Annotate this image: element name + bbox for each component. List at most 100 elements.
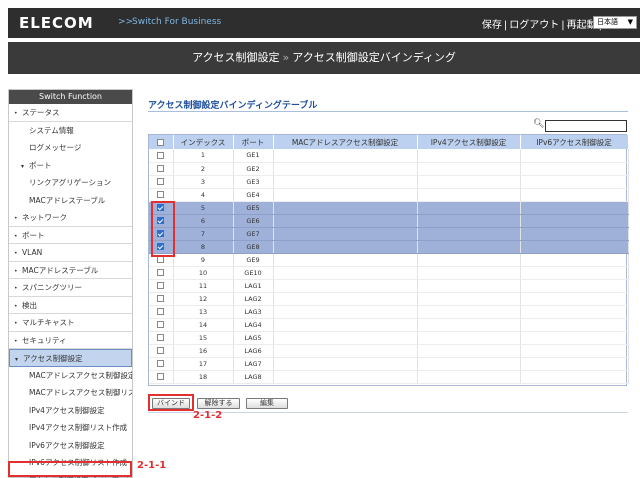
sidebar-item[interactable]: IPv4アクセス制御リスト作成 [9, 419, 132, 437]
row-checkbox[interactable] [157, 217, 165, 224]
sidebar-item[interactable]: ▾ ポート [9, 157, 132, 175]
row-checkbox[interactable] [157, 269, 165, 276]
row-checkbox[interactable] [157, 282, 165, 289]
table-row[interactable]: 16 LAG6 [149, 344, 629, 358]
row-checkbox[interactable] [157, 178, 165, 185]
ipv6-acl-cell [520, 266, 629, 280]
sidebar-item[interactable]: IPv4アクセス制御設定 [9, 402, 132, 420]
sidebar-item[interactable]: ログメッセージ [9, 139, 132, 157]
column-header-ipv4-acl[interactable]: IPv4アクセス制御設定 [417, 135, 521, 149]
table-row[interactable]: 11 LAG1 [149, 279, 629, 293]
breadcrumb-parent[interactable]: アクセス制御設定 [192, 51, 279, 64]
table-row[interactable]: 4 GE4 [149, 188, 629, 202]
chevron-down-icon: ▾ [21, 162, 25, 170]
row-checkbox[interactable] [157, 334, 165, 341]
port-cell: GE10 [233, 266, 274, 280]
column-header-ipv6-acl[interactable]: IPv6アクセス制御設定 [520, 135, 629, 149]
ipv6-acl-cell [520, 201, 629, 215]
sidebar-item[interactable]: • VLAN [9, 244, 132, 262]
sidebar-item[interactable]: • マルチキャスト [9, 314, 132, 332]
table-row[interactable]: 2 GE2 [149, 162, 629, 176]
sidebar-item-label: ポート [29, 160, 52, 170]
table-row[interactable]: 12 LAG2 [149, 292, 629, 306]
sidebar-item[interactable]: • 検出 [9, 297, 132, 314]
mac-acl-cell [273, 201, 418, 215]
unbind-button[interactable]: 解除する [197, 398, 240, 409]
sidebar-item[interactable]: • ポート [9, 227, 132, 244]
table-row[interactable]: 8 GE8 [149, 240, 629, 254]
sidebar-item[interactable]: システム情報 [9, 122, 132, 140]
port-cell: LAG1 [233, 279, 274, 293]
sidebar-item[interactable]: • ネットワーク [9, 209, 132, 227]
sidebar-item-label: ログメッセージ [29, 143, 82, 152]
ipv4-acl-cell [417, 214, 521, 228]
row-checkbox[interactable] [157, 151, 165, 159]
save-link[interactable]: 保存 [482, 20, 502, 31]
bullet-icon: • [14, 110, 18, 117]
table-row[interactable]: 9 GE9 [149, 253, 629, 267]
row-checkbox[interactable] [157, 295, 165, 302]
row-checkbox[interactable] [157, 204, 165, 211]
row-checkbox[interactable] [157, 308, 165, 315]
row-checkbox[interactable] [157, 191, 165, 198]
table-row[interactable]: 7 GE7 [149, 227, 629, 241]
row-checkbox[interactable] [157, 321, 165, 328]
table-row[interactable]: 14 LAG4 [149, 318, 629, 332]
sidebar-item[interactable]: リンクアグリゲーション [9, 174, 132, 192]
row-checkbox[interactable] [157, 373, 165, 380]
port-cell: GE6 [233, 214, 274, 228]
table-row[interactable]: 1 GE1 [149, 149, 629, 163]
table-row[interactable]: 15 LAG5 [149, 331, 629, 345]
row-checkbox[interactable] [157, 256, 165, 263]
bind-button[interactable]: バインド [152, 398, 190, 409]
ipv4-acl-cell [417, 188, 521, 202]
sidebar-item[interactable]: • MACアドレステーブル [9, 262, 132, 279]
sidebar-item-label: リンクアグリゲーション [29, 178, 111, 187]
port-cell: LAG6 [233, 344, 274, 358]
row-checkbox[interactable] [157, 165, 165, 172]
mac-acl-cell [273, 370, 418, 384]
row-checkbox[interactable] [157, 347, 165, 354]
sidebar-item[interactable]: • スパニングツリー [9, 279, 132, 297]
sidebar-item[interactable]: MACアドレスアクセス制御リスト作成 [9, 384, 132, 402]
table-row[interactable]: 5 GE5 [149, 201, 629, 215]
column-header-mac-acl[interactable]: MACアドレスアクセス制御設定 [273, 135, 418, 149]
sidebar-item[interactable]: • ステータス [9, 104, 132, 122]
bullet-icon: • [14, 337, 18, 345]
select-all-checkbox[interactable] [157, 139, 165, 146]
sidebar-nav: • ステータス システム情報ログメッセージ ▾ ポートリンクアグリゲーション MACアドレ… [9, 104, 132, 478]
column-header-port[interactable]: ポート [233, 135, 274, 149]
sidebar-item[interactable]: • セキュリティ [9, 332, 132, 349]
table-row[interactable]: 18 LAG8 [149, 370, 629, 384]
table-row[interactable]: 6 GE6 [149, 214, 629, 228]
row-select-cell [149, 201, 174, 215]
sidebar-item[interactable]: IPv6アクセス制御リスト作成 [9, 454, 132, 472]
ipv4-acl-cell [417, 331, 521, 345]
row-checkbox[interactable] [157, 230, 165, 237]
column-header-index[interactable]: インデックス [173, 135, 234, 149]
edit-button[interactable]: 編集 [246, 398, 288, 409]
table-row[interactable]: 13 LAG3 [149, 305, 629, 319]
row-select-cell [149, 149, 174, 163]
table-row[interactable]: 17 LAG7 [149, 357, 629, 371]
logout-link[interactable]: ログアウト [509, 20, 559, 31]
table-row[interactable]: 3 GE3 [149, 175, 629, 189]
index-cell: 12 [173, 292, 234, 306]
elecom-logo[interactable]: ELECOM [19, 14, 94, 32]
mac-acl-cell [273, 240, 418, 254]
sidebar-item[interactable]: アクセス制御設定バインディング [9, 472, 132, 478]
row-checkbox[interactable] [157, 360, 165, 367]
sidebar-item[interactable]: MACアドレスアクセス制御設定 [9, 367, 132, 385]
row-checkbox[interactable] [157, 243, 165, 250]
sidebar-item[interactable]: IPv6アクセス制御設定 [9, 437, 132, 455]
sidebar-header: Switch Function [9, 90, 132, 104]
select-all-header[interactable] [149, 135, 174, 149]
language-value: 日本語 [597, 18, 618, 26]
language-select[interactable]: 日本語 ▼ [593, 16, 637, 29]
sidebar-item[interactable]: MACアドレステーブル [9, 192, 132, 210]
ipv4-acl-cell [417, 240, 521, 254]
ipv6-acl-cell [520, 279, 629, 293]
search-input[interactable] [545, 120, 627, 132]
table-row[interactable]: 10 GE10 [149, 266, 629, 280]
sidebar-item[interactable]: ▾ アクセス制御設定 [9, 349, 132, 367]
